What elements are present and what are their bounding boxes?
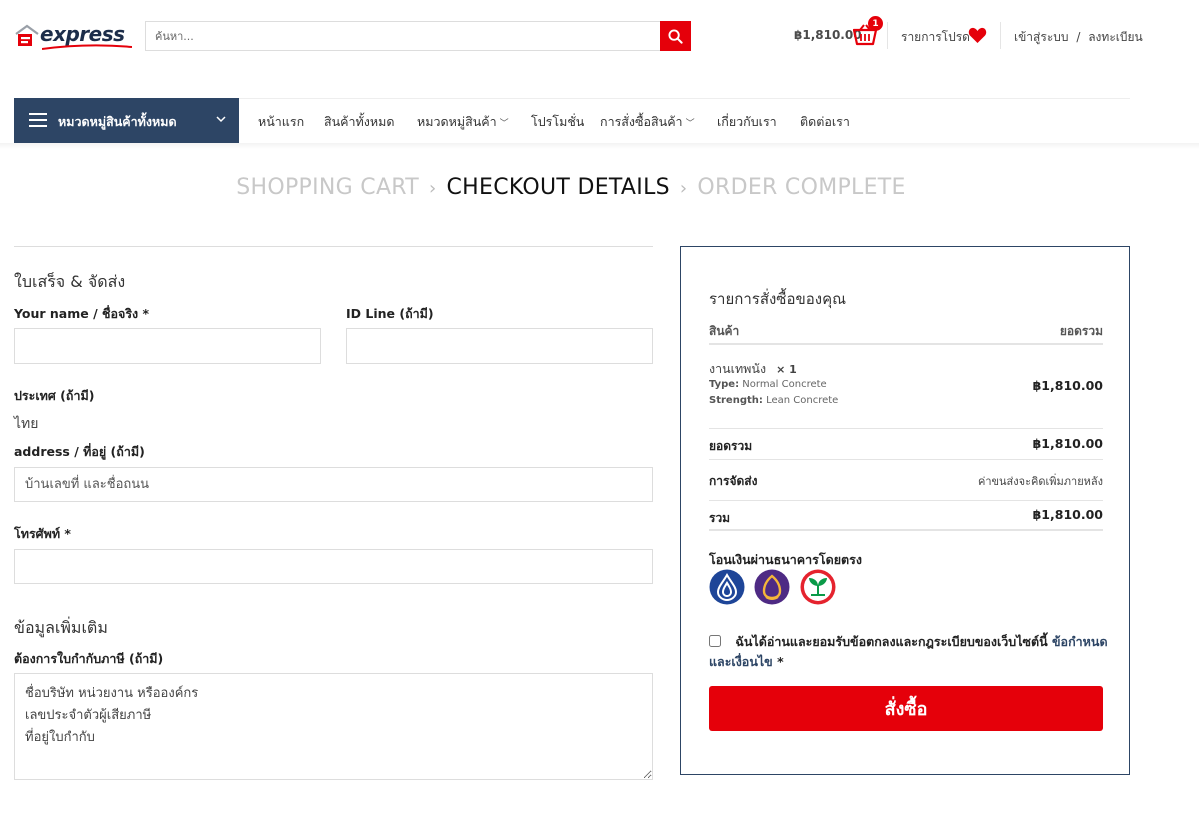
nav-item-categories-label: หมวดหมู่สินค้า xyxy=(417,114,497,129)
address-field[interactable] xyxy=(14,467,653,502)
terms-agreement: ฉันได้อ่านและยอมรับข้อตกลงและกฎระเบียบขอ… xyxy=(709,632,1109,672)
cart-total[interactable]: ฿1,810.00 xyxy=(794,28,862,42)
order-table-header: สินค้า ยอดรวม xyxy=(709,322,1103,345)
kasikorn-bank-icon[interactable] xyxy=(800,569,836,605)
hamburger-icon xyxy=(29,113,47,127)
bangkok-bank-icon[interactable] xyxy=(709,569,745,605)
item-type: Type: Normal Concrete xyxy=(709,379,827,390)
billing-section-title: ใบเสร็จ & จัดส่ง xyxy=(14,272,126,291)
place-order-button[interactable]: สั่งซื้อ xyxy=(709,686,1103,731)
header-divider xyxy=(1000,22,1001,49)
terms-checkbox[interactable] xyxy=(709,635,721,647)
shipping-value: ค่าขนส่งจะคิดเพิ่มภายหลัง xyxy=(977,475,1103,488)
heart-icon[interactable] xyxy=(968,27,987,44)
nav-item-ordering-label: การสั่งซื้อสินค้า xyxy=(600,114,683,129)
phone-field[interactable] xyxy=(14,549,653,584)
all-categories-menu[interactable]: หมวดหมู่สินค้าทั้งหมด xyxy=(14,98,239,143)
order-summary-box: รายการสั่งซื้อของคุณ สินค้า ยอดรวม งานเท… xyxy=(680,246,1130,775)
nav-shadow xyxy=(0,143,1199,149)
additional-info-title: ข้อมูลเพิ่มเติม xyxy=(14,618,108,637)
terms-required-mark: * xyxy=(777,654,784,669)
terms-text: ฉันได้อ่านและยอมรับข้อตกลงและกฎระเบียบขอ… xyxy=(735,634,1048,649)
subtotal-row: ยอดรวม ฿1,810.00 xyxy=(709,429,1103,460)
total-label: รวม xyxy=(709,511,731,525)
item-quantity: × 1 xyxy=(776,363,797,376)
total-value: ฿1,810.00 xyxy=(1032,507,1103,522)
item-strength-key: Strength: xyxy=(709,395,763,406)
site-logo[interactable]: express xyxy=(14,22,132,50)
breadcrumb-separator: › xyxy=(679,178,688,199)
all-categories-label: หมวดหมู่สินค้าทั้งหมด xyxy=(58,114,177,129)
nav-item-categories[interactable]: หมวดหมู่สินค้า ﹀ xyxy=(417,112,509,132)
nav-item-about[interactable]: เกี่ยวกับเรา xyxy=(717,112,777,132)
subtotal-label: ยอดรวม xyxy=(709,439,753,453)
name-label: Your name / ชื่อจริง * xyxy=(14,306,150,321)
breadcrumb-shopping-cart[interactable]: SHOPPING CART xyxy=(236,175,419,200)
shipping-row: การจัดส่ง ค่าขนส่งจะคิดเพิ่มภายหลัง xyxy=(709,460,1103,501)
item-name: งานเทพนัง × 1 xyxy=(709,359,797,379)
account-links: เข้าสู่ระบบ / ลงทะเบียน xyxy=(1014,28,1143,47)
tax-invoice-label: ต้องการใบกำกับภาษี (ถ้ามี) xyxy=(14,651,164,666)
tax-invoice-textarea[interactable] xyxy=(14,673,653,780)
logo-mark-icon xyxy=(15,24,39,46)
country-label: ประเทศ (ถ้ามี) xyxy=(14,388,95,403)
search-button[interactable] xyxy=(660,21,691,51)
chevron-down-icon: ﹀ xyxy=(499,119,509,129)
breadcrumb-separator: › xyxy=(429,178,437,199)
search-icon xyxy=(668,28,683,44)
order-total-row: รวม ฿1,810.00 xyxy=(709,501,1103,531)
cart-count-badge: 1 xyxy=(868,16,883,31)
search-bar xyxy=(145,21,691,51)
nav-item-contact[interactable]: ติดต่อเรา xyxy=(800,112,850,132)
nav-item-all-products[interactable]: สินค้าทั้งหมด xyxy=(324,112,395,132)
chevron-down-icon: ﹀ xyxy=(685,119,695,129)
breadcrumb-order-complete: ORDER COMPLETE xyxy=(697,175,906,200)
wishlist-link[interactable]: รายการโปรด xyxy=(901,28,970,47)
name-field[interactable] xyxy=(14,328,321,364)
search-input[interactable] xyxy=(146,22,661,50)
column-product-header: สินค้า xyxy=(709,324,740,338)
line-id-field[interactable] xyxy=(346,328,653,364)
item-strength: Strength: Lean Concrete xyxy=(709,395,838,406)
form-divider xyxy=(14,246,653,247)
phone-label: โทรศัพท์ * xyxy=(14,526,71,541)
nav-item-home[interactable]: หน้าแรก xyxy=(258,112,304,132)
nav-item-promotions[interactable]: โปรโมชั่น xyxy=(531,112,584,132)
item-name-label: งานเทพนัง xyxy=(709,361,767,376)
logo-swoosh-icon xyxy=(42,44,132,50)
order-item-row: งานเทพนัง × 1 Type: Normal Concrete Stre… xyxy=(709,345,1103,429)
account-links-separator: / xyxy=(1076,30,1081,44)
address-label: address / ที่อยู่ (ถ้ามี) xyxy=(14,444,145,459)
breadcrumb-checkout-details: CHECKOUT DETAILS xyxy=(446,175,670,200)
siam-commercial-bank-icon[interactable] xyxy=(754,569,790,605)
order-summary-title: รายการสั่งซื้อของคุณ xyxy=(709,290,847,308)
item-strength-value: Lean Concrete xyxy=(766,395,839,406)
item-type-value: Normal Concrete xyxy=(742,379,827,390)
nav-item-ordering[interactable]: การสั่งซื้อสินค้า ﹀ xyxy=(600,112,695,132)
checkout-breadcrumb: SHOPPING CART › CHECKOUT DETAILS › ORDER COM… xyxy=(0,175,1142,200)
login-link[interactable]: เข้าสู่ระบบ xyxy=(1014,30,1069,44)
payment-method-title: โอนเงินผ่านธนาคารโดยตรง xyxy=(709,552,862,567)
shipping-label: การจัดส่ง xyxy=(709,474,758,488)
subtotal-value: ฿1,810.00 xyxy=(1032,436,1103,451)
header-divider xyxy=(887,22,888,49)
column-total-header: ยอดรวม xyxy=(1059,324,1103,338)
register-link[interactable]: ลงทะเบียน xyxy=(1088,30,1143,44)
line-id-label: ID Line (ถ้ามี) xyxy=(346,306,434,321)
logo-text: express xyxy=(40,22,125,46)
country-value: ไทย xyxy=(14,416,39,432)
item-price: ฿1,810.00 xyxy=(1032,378,1103,393)
chevron-down-icon xyxy=(216,116,226,123)
item-type-key: Type: xyxy=(709,379,740,390)
